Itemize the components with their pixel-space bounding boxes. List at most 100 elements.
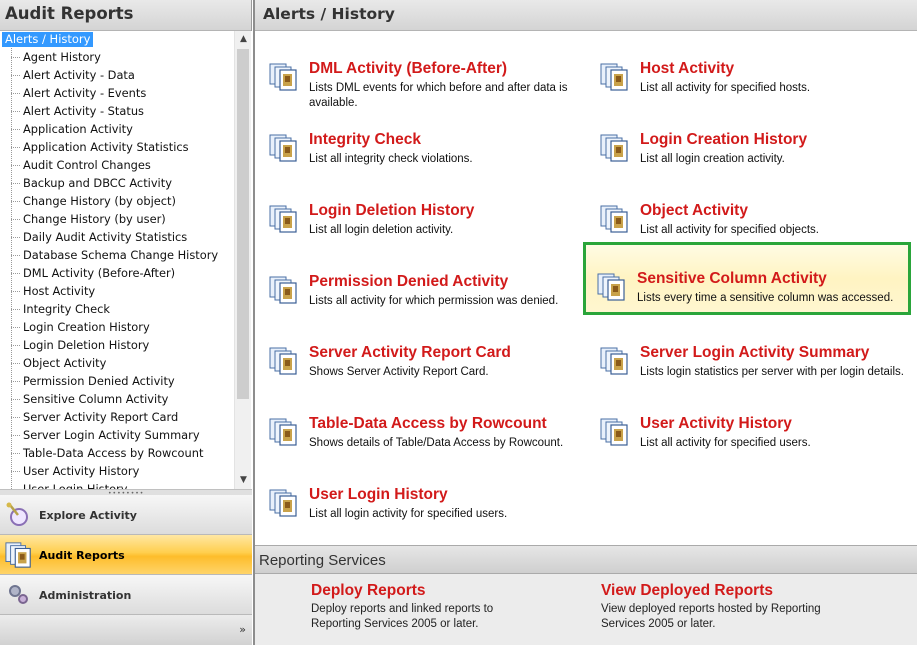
report-title-link[interactable]: Table-Data Access by Rowcount: [309, 415, 547, 433]
tree-item[interactable]: Integrity Check: [10, 300, 235, 318]
nav-audit-label: Audit Reports: [39, 549, 125, 562]
tree-scrollbar[interactable]: ▲ ▼: [234, 31, 251, 489]
report-title-link[interactable]: DML Activity (Before-After): [309, 60, 507, 78]
report-icon[interactable]: [269, 488, 299, 518]
report-icon[interactable]: [269, 133, 299, 163]
scroll-up-icon[interactable]: ▲: [235, 31, 252, 48]
nav-admin-label: Administration: [39, 589, 132, 602]
report-description: List all activity for specified hosts.: [640, 82, 811, 94]
report-title-link[interactable]: Object Activity: [640, 202, 748, 220]
page-title: Alerts / History: [255, 0, 917, 31]
report-tree: Alerts / History Agent History Alert Acti…: [0, 31, 252, 489]
report-title-link[interactable]: Integrity Check: [309, 131, 421, 149]
explore-magnifier-icon: [6, 502, 28, 526]
report-card[interactable]: Object Activity List all activity for spe…: [586, 174, 906, 244]
tree-item[interactable]: Change History (by object): [10, 192, 235, 210]
report-card[interactable]: Server Login Activity Summary Lists login…: [586, 316, 906, 386]
report-card[interactable]: Login Creation History List all login cre…: [586, 103, 906, 173]
view-deployed-reports-title[interactable]: View Deployed Reports: [601, 582, 831, 600]
report-description: List all activity for specified objects.: [640, 224, 819, 236]
report-description: List all integrity check violations.: [309, 153, 473, 165]
tree-item[interactable]: Server Activity Report Card: [10, 408, 235, 426]
nav-footer: »: [0, 615, 252, 645]
report-icon[interactable]: [269, 62, 299, 92]
report-title-link[interactable]: Login Deletion History: [309, 202, 474, 220]
tree-item[interactable]: Alert Activity - Events: [10, 84, 235, 102]
tree-item[interactable]: Agent History: [10, 48, 235, 66]
report-icon[interactable]: [269, 346, 299, 376]
tree-item[interactable]: Host Activity: [10, 282, 235, 300]
report-description: List all login activity for specified us…: [309, 508, 508, 520]
report-card[interactable]: DML Activity (Before-After) Lists DML eve…: [255, 32, 575, 109]
tree-item[interactable]: Alert Activity - Status: [10, 102, 235, 120]
audit-reports-icon: [5, 542, 31, 568]
view-deployed-reports-desc: View deployed reports hosted by Reportin…: [601, 603, 821, 630]
report-description: Lists login statistics per server with p…: [640, 366, 904, 378]
tree-item[interactable]: Login Creation History: [10, 318, 235, 336]
report-title-link[interactable]: Sensitive Column Activity: [637, 270, 827, 288]
report-icon[interactable]: [597, 272, 627, 302]
report-description: List all activity for specified users.: [640, 437, 811, 449]
scroll-down-icon[interactable]: ▼: [235, 472, 252, 489]
report-description: Shows Server Activity Report Card.: [309, 366, 489, 378]
pane-title: Audit Reports: [0, 0, 251, 31]
tree-item[interactable]: Permission Denied Activity: [10, 372, 235, 390]
tree-item[interactable]: DML Activity (Before-After): [10, 264, 235, 282]
view-deployed-reports-link[interactable]: View Deployed Reports View deployed repo…: [601, 582, 831, 632]
report-title-link[interactable]: Server Activity Report Card: [309, 344, 511, 362]
report-card[interactable]: Permission Denied Activity Lists all acti…: [255, 245, 575, 315]
scroll-thumb[interactable]: [237, 49, 249, 399]
deploy-reports-title[interactable]: Deploy Reports: [311, 582, 541, 600]
expand-chevron-icon[interactable]: »: [239, 623, 246, 636]
tree-item[interactable]: Backup and DBCC Activity: [10, 174, 235, 192]
report-card[interactable]: User Login History List all login activit…: [255, 458, 575, 528]
report-title-link[interactable]: Login Creation History: [640, 131, 807, 149]
report-card[interactable]: Host Activity List all activity for speci…: [586, 32, 906, 102]
report-title-link[interactable]: User Activity History: [640, 415, 792, 433]
report-title-link[interactable]: User Login History: [309, 486, 448, 504]
tree-item[interactable]: Application Activity: [10, 120, 235, 138]
report-title-link[interactable]: Host Activity: [640, 60, 734, 78]
tree-item[interactable]: Application Activity Statistics: [10, 138, 235, 156]
report-title-link[interactable]: Server Login Activity Summary: [640, 344, 869, 362]
report-icon[interactable]: [600, 417, 630, 447]
deploy-reports-link[interactable]: Deploy Reports Deploy reports and linked…: [311, 582, 541, 632]
tree-item[interactable]: Alert Activity - Data: [10, 66, 235, 84]
tree-item[interactable]: User Activity History: [10, 462, 235, 480]
report-description: Shows details of Table/Data Access by Ro…: [309, 437, 564, 449]
report-icon[interactable]: [269, 204, 299, 234]
nav-audit-reports-button[interactable]: Audit Reports: [0, 535, 252, 575]
report-icon[interactable]: [269, 275, 299, 305]
reporting-services-header: Reporting Services: [255, 545, 917, 574]
nav-administration-button[interactable]: Administration: [0, 575, 252, 615]
report-card[interactable]: Login Deletion History List all login del…: [255, 174, 575, 244]
deploy-reports-desc: Deploy reports and linked reports to Rep…: [311, 603, 494, 630]
tree-item[interactable]: Sensitive Column Activity: [10, 390, 235, 408]
report-title-link[interactable]: Permission Denied Activity: [309, 273, 508, 291]
report-card[interactable]: User Activity History List all activity f…: [586, 387, 906, 457]
report-card[interactable]: Server Activity Report Card Shows Server …: [255, 316, 575, 386]
nav-explore-activity-button[interactable]: Explore Activity: [0, 495, 252, 535]
report-icon[interactable]: [600, 133, 630, 163]
tree-items: Agent History Alert Activity - Data Alert …: [10, 48, 235, 489]
report-description: Lists all activity for which permission …: [309, 295, 559, 307]
tree-item[interactable]: Database Schema Change History: [10, 246, 235, 264]
tree-item[interactable]: Server Login Activity Summary: [10, 426, 235, 444]
tree-item[interactable]: User Login History: [10, 480, 235, 489]
tree-item[interactable]: Audit Control Changes: [10, 156, 235, 174]
report-description: List all login creation activity.: [640, 153, 785, 165]
report-card[interactable]: Integrity Check List all integrity check …: [255, 103, 575, 173]
tree-item[interactable]: Table-Data Access by Rowcount: [10, 444, 235, 462]
report-description: List all login deletion activity.: [309, 224, 454, 236]
report-icon[interactable]: [600, 346, 630, 376]
tree-root-alerts-history[interactable]: Alerts / History: [2, 32, 94, 47]
report-icon[interactable]: [600, 62, 630, 92]
report-card[interactable]: Sensitive Column Activity Lists every tim…: [583, 242, 911, 315]
tree-item[interactable]: Object Activity: [10, 354, 235, 372]
tree-item[interactable]: Daily Audit Activity Statistics: [10, 228, 235, 246]
report-icon[interactable]: [269, 417, 299, 447]
tree-item[interactable]: Change History (by user): [10, 210, 235, 228]
report-icon[interactable]: [600, 204, 630, 234]
tree-item[interactable]: Login Deletion History: [10, 336, 235, 354]
report-card[interactable]: Table-Data Access by Rowcount Shows detai…: [255, 387, 575, 457]
